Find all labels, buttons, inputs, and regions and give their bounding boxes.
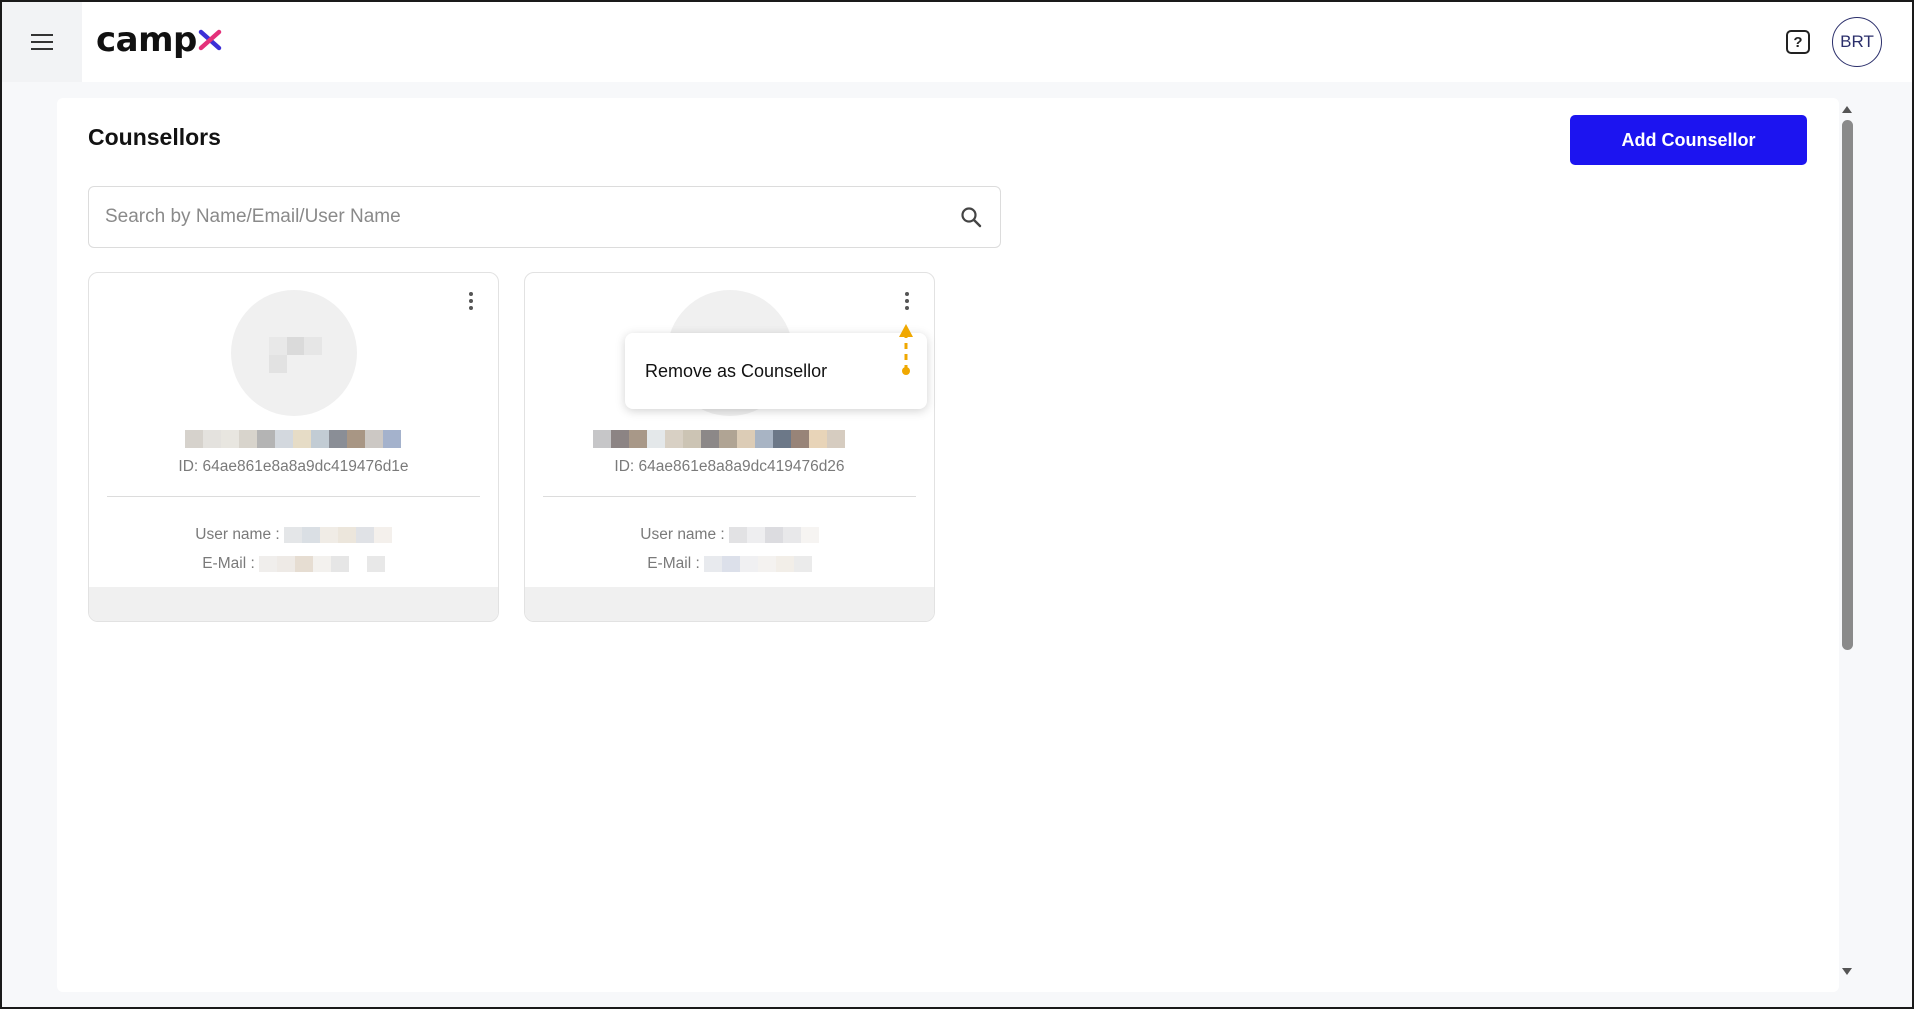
redacted-username (283, 527, 392, 543)
scrollbar-thumb[interactable] (1842, 120, 1853, 650)
counsellor-card: ID: 64ae861e8a8a9dc419476d1e User name :… (88, 272, 499, 622)
card-divider (107, 496, 480, 497)
counsellor-id: ID: 64ae861e8a8a9dc419476d1e (178, 458, 409, 475)
scroll-down-arrow-icon[interactable] (1841, 967, 1853, 977)
username-row: User name : (89, 526, 498, 544)
counsellor-id: ID: 64ae861e8a8a9dc419476d26 (614, 458, 845, 475)
campx-logo[interactable]: camp (96, 20, 222, 60)
top-bar: camp ? BRT (0, 0, 1914, 82)
pointer-arrow-icon (899, 324, 913, 375)
email-label: E-Mail : (202, 555, 255, 572)
email-row: E-Mail : (89, 555, 498, 573)
email-row: E-Mail : (525, 555, 934, 573)
card-footer (525, 587, 934, 621)
hamburger-menu-button[interactable] (2, 2, 82, 82)
username-label: User name : (640, 526, 725, 543)
add-counsellor-button[interactable]: Add Counsellor (1570, 115, 1807, 165)
scroll-up-arrow-icon[interactable] (1841, 104, 1853, 114)
card-options-menu: Remove as Counsellor (625, 333, 927, 409)
counsellor-card: ID: 64ae861e8a8a9dc419476d26 User name :… (524, 272, 935, 622)
page-title: Counsellors (88, 124, 221, 150)
username-row: User name : (525, 526, 934, 544)
card-footer (89, 587, 498, 621)
remove-as-counsellor-menu-item[interactable]: Remove as Counsellor (645, 361, 827, 382)
redacted-username (728, 527, 819, 543)
logo-x-mark (198, 29, 222, 51)
logo-text: camp (96, 20, 197, 60)
redacted-name (593, 430, 845, 448)
more-options-icon[interactable] (466, 290, 476, 312)
help-button[interactable]: ? (1786, 30, 1810, 54)
redacted-email (258, 556, 385, 572)
card-divider (543, 496, 916, 497)
redacted-name (185, 430, 401, 448)
hamburger-icon (31, 33, 53, 51)
avatar-initials: BRT (1840, 32, 1874, 51)
more-options-icon[interactable] (902, 290, 912, 312)
email-label: E-Mail : (647, 555, 700, 572)
redacted-email (703, 556, 812, 572)
profile-picture (231, 290, 357, 416)
search-icon[interactable] (960, 206, 982, 228)
search-input[interactable] (105, 199, 925, 235)
username-label: User name : (195, 526, 280, 543)
user-avatar[interactable]: BRT (1832, 17, 1882, 67)
main-panel: Counsellors Add Counsellor ID: 64ae861e8… (57, 98, 1839, 992)
question-icon: ? (1793, 33, 1803, 51)
search-box (88, 186, 1001, 248)
